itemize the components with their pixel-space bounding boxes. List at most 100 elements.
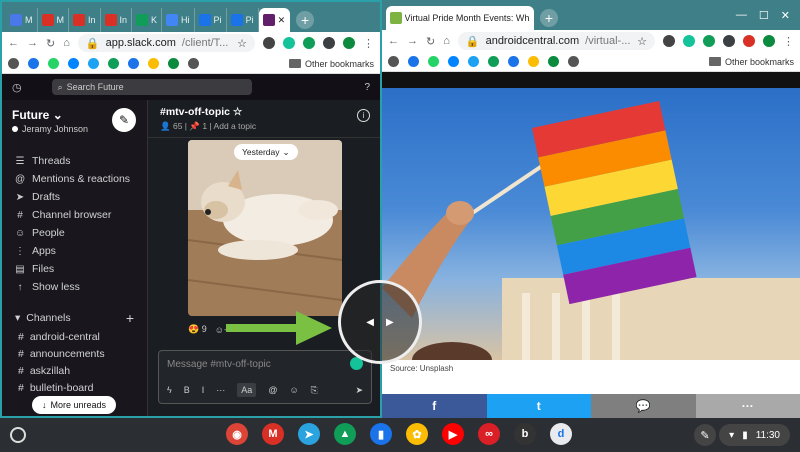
drive-icon[interactable] xyxy=(148,58,159,69)
stylus-icon[interactable]: ✎ xyxy=(694,424,716,446)
forward-icon[interactable]: → xyxy=(27,37,38,49)
more-formatting-icon[interactable]: ··· xyxy=(216,385,225,395)
twitter-share-button[interactable]: t xyxy=(486,394,591,418)
attach-icon[interactable]: ⎘ xyxy=(311,385,318,396)
twitter-icon[interactable] xyxy=(88,58,99,69)
italic-icon[interactable]: I xyxy=(202,385,205,395)
twitter-icon[interactable] xyxy=(468,56,479,67)
star-icon[interactable]: ☆ xyxy=(233,106,242,118)
bookmark-icon[interactable] xyxy=(168,58,179,69)
back-icon[interactable]: ← xyxy=(388,35,399,47)
browser-tab[interactable]: K xyxy=(132,8,163,32)
bookmark-icon[interactable] xyxy=(508,56,519,67)
more-share-button[interactable]: ··· xyxy=(695,394,800,418)
address-bar[interactable]: 🔒 app.slack.com/client/T... ☆ xyxy=(77,34,255,52)
whatsapp-icon[interactable] xyxy=(48,58,59,69)
address-bar[interactable]: 🔒 androidcentral.com/virtual-... ☆ xyxy=(457,32,655,50)
creative-cloud-icon[interactable]: ∞ xyxy=(478,423,500,445)
channels-header[interactable]: ▾ Channels + xyxy=(2,308,147,328)
sidebar-item-show-less[interactable]: ↑ Show less xyxy=(2,278,147,296)
search-input[interactable]: ⌕ Search Future xyxy=(51,79,252,95)
gmail-icon[interactable]: M xyxy=(262,423,284,445)
menu-icon[interactable]: ⋮ xyxy=(363,37,374,50)
help-icon[interactable]: ? xyxy=(364,82,370,93)
launcher-icon[interactable] xyxy=(10,427,26,443)
sidebar-item-threads[interactable]: ☰ Threads xyxy=(2,152,147,170)
browser-tab[interactable]: In xyxy=(69,8,101,32)
sidebar-item-drafts[interactable]: ➤ Drafts xyxy=(2,188,147,206)
star-icon[interactable]: ☆ xyxy=(237,37,247,50)
bookmark-icon[interactable] xyxy=(408,56,419,67)
browser-tab[interactable]: In xyxy=(101,8,133,32)
channel-name[interactable]: #mtv-off-topic xyxy=(160,106,230,118)
extension-icon[interactable] xyxy=(343,37,355,49)
files-icon[interactable]: ▮ xyxy=(370,423,392,445)
back-icon[interactable]: ← xyxy=(8,37,19,49)
bookmark-icon[interactable] xyxy=(28,58,39,69)
other-bookmarks[interactable]: Other bookmarks xyxy=(288,59,374,69)
extension-icon[interactable] xyxy=(723,35,735,47)
bookmark-icon[interactable] xyxy=(548,56,559,67)
sidebar-item-channel-browser[interactable]: # Channel browser xyxy=(2,206,147,224)
message-share-button[interactable]: 💬 xyxy=(591,394,696,418)
emoji-icon[interactable]: ☺ xyxy=(289,385,298,395)
new-tab-button[interactable]: + xyxy=(296,11,315,29)
bookmark-icon[interactable] xyxy=(8,58,19,69)
add-channel-icon[interactable]: + xyxy=(126,310,134,326)
add-topic-link[interactable]: Add a topic xyxy=(214,121,257,131)
lightning-icon[interactable]: ϟ xyxy=(167,385,172,395)
info-icon[interactable]: i xyxy=(357,109,370,122)
dictionary-icon[interactable]: d xyxy=(550,423,572,445)
browser-tab[interactable]: Pi xyxy=(195,8,227,32)
maximize-icon[interactable]: ☐ xyxy=(759,9,769,22)
sidebar-item-files[interactable]: ▤ Files xyxy=(2,260,147,278)
channel-item[interactable]: # announcements xyxy=(2,345,147,362)
extension-icon[interactable] xyxy=(763,35,775,47)
reaction-chip[interactable]: 😍 9 xyxy=(188,324,207,335)
extension-icon[interactable] xyxy=(743,35,755,47)
browser-tab[interactable]: Hi xyxy=(162,8,195,32)
facebook-share-button[interactable]: f xyxy=(382,394,487,418)
telegram-icon[interactable]: ➤ xyxy=(298,423,320,445)
message-input[interactable]: Message #mtv-off-topic xyxy=(159,351,371,370)
browser-tab[interactable]: Pi xyxy=(227,8,259,32)
star-icon[interactable]: ☆ xyxy=(637,35,647,48)
history-icon[interactable]: ◷ xyxy=(12,81,22,94)
home-icon[interactable]: ⌂ xyxy=(443,35,450,47)
shared-image[interactable] xyxy=(188,140,342,316)
blackboard-icon[interactable]: b xyxy=(514,423,536,445)
channel-item[interactable]: # android-central xyxy=(2,328,147,345)
home-icon[interactable]: ⌂ xyxy=(63,37,70,49)
close-icon[interactable]: ✕ xyxy=(781,9,790,22)
forward-icon[interactable]: → xyxy=(407,35,418,47)
mention-icon[interactable]: @ xyxy=(268,385,277,395)
browser-tab[interactable]: M xyxy=(38,8,69,32)
extension-icon[interactable] xyxy=(323,37,335,49)
bookmark-icon[interactable] xyxy=(128,58,139,69)
grammarly-icon[interactable] xyxy=(683,35,695,47)
message-composer[interactable]: Message #mtv-off-topic ϟ B I ··· Aa @ ☺ ⎘ ➤ xyxy=(158,350,372,404)
reload-icon[interactable]: ↻ xyxy=(426,35,435,48)
drive-icon[interactable]: ▲ xyxy=(334,423,356,445)
chrome-icon[interactable]: ◉ xyxy=(226,423,248,445)
reload-icon[interactable]: ↻ xyxy=(46,37,55,50)
whatsapp-icon[interactable] xyxy=(428,56,439,67)
sidebar-item-mentions-reactions[interactable]: @ Mentions & reactions xyxy=(2,170,147,188)
other-bookmarks[interactable]: Other bookmarks xyxy=(708,57,794,67)
sidebar-item-apps[interactable]: ⋮ Apps xyxy=(2,242,147,260)
extension-icon[interactable] xyxy=(663,35,675,47)
new-tab-button[interactable]: + xyxy=(540,9,558,27)
bookmark-icon[interactable] xyxy=(108,58,119,69)
drive-icon[interactable] xyxy=(528,56,539,67)
bookmark-icon[interactable] xyxy=(188,58,199,69)
bookmark-icon[interactable] xyxy=(568,56,579,67)
youtube-icon[interactable]: ▶ xyxy=(442,423,464,445)
more-unreads-button[interactable]: ↓ More unreads xyxy=(32,396,117,414)
active-tab[interactable]: Virtual Pride Month Events: Whe xyxy=(386,6,534,30)
formatting-toggle-icon[interactable]: Aa xyxy=(237,383,257,397)
browser-tab[interactable]: M xyxy=(6,8,38,32)
bold-icon[interactable]: B xyxy=(184,385,190,395)
active-tab[interactable]: ✕ xyxy=(258,8,291,32)
channel-item[interactable]: # askzillah xyxy=(2,362,147,379)
menu-icon[interactable]: ⋮ xyxy=(783,35,794,48)
